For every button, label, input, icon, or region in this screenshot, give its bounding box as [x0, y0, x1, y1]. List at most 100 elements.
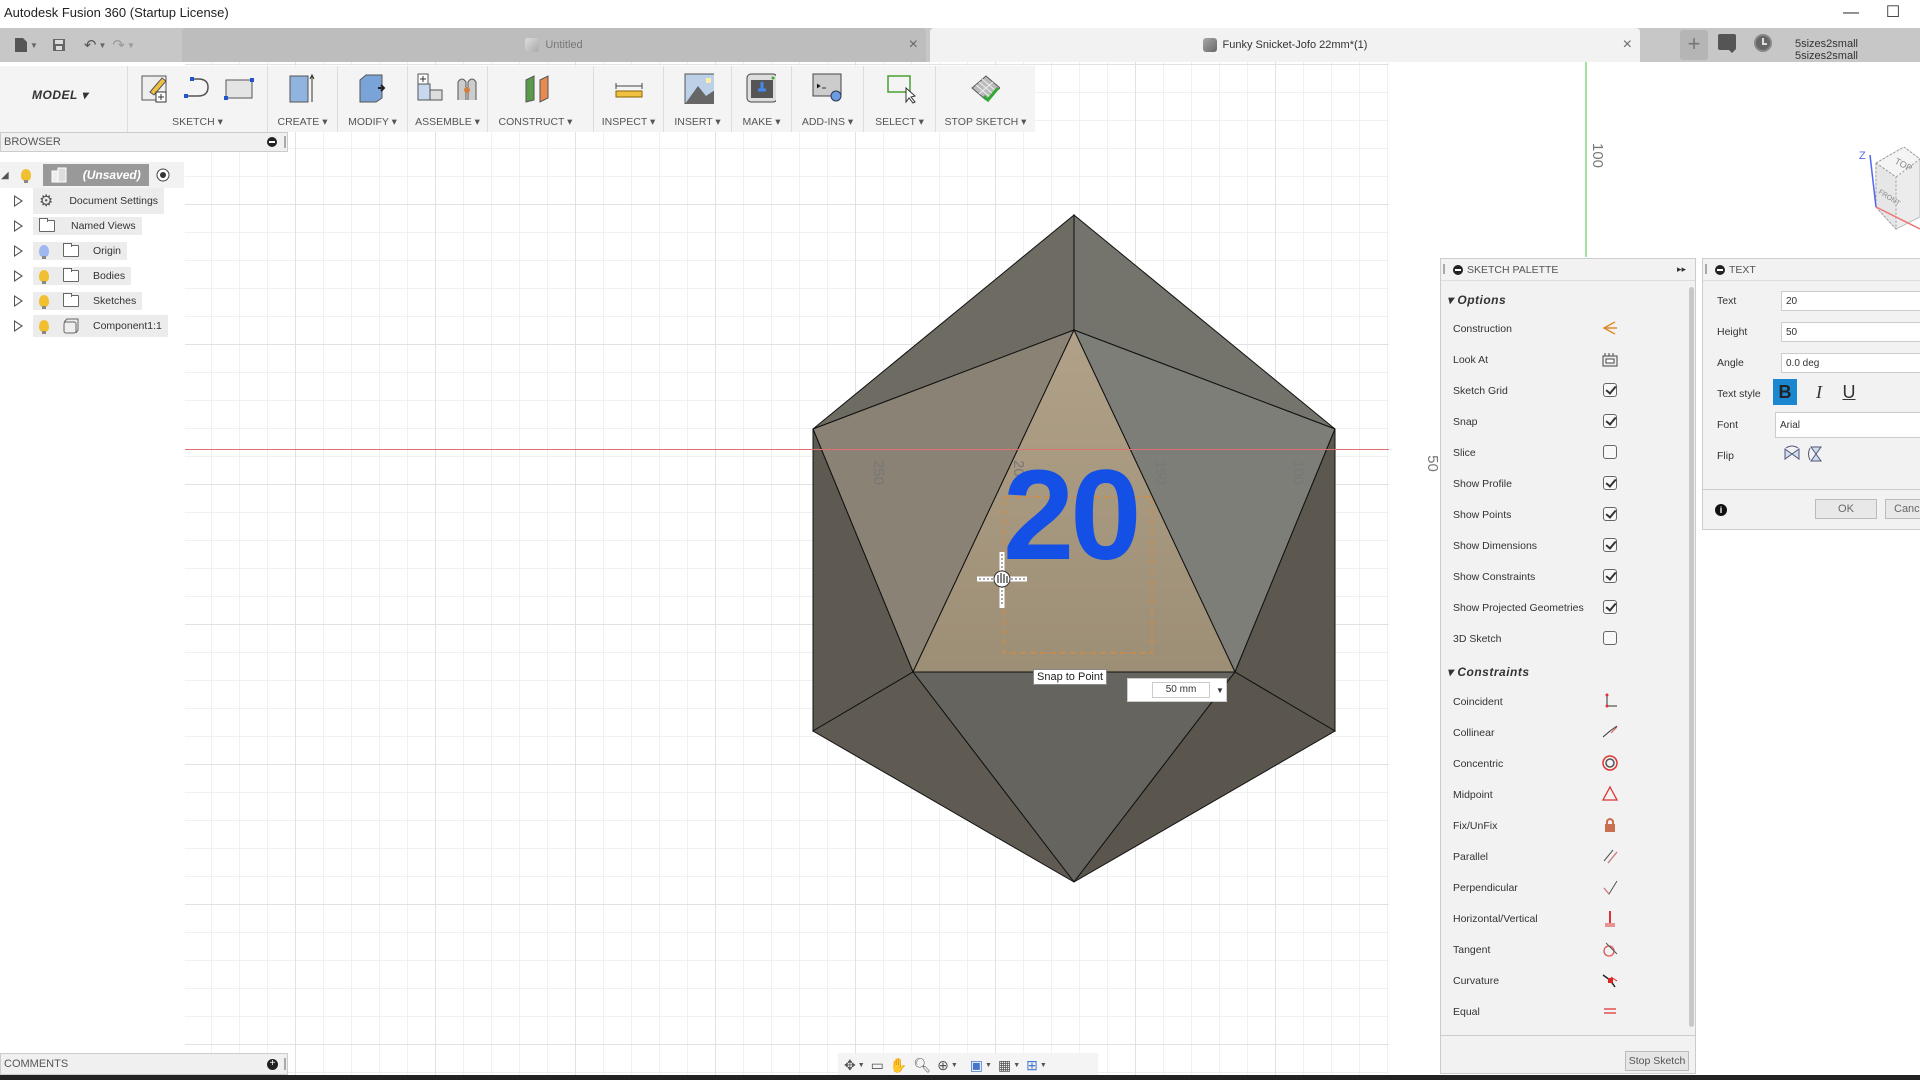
file-icon[interactable]: [14, 37, 28, 53]
text-dialog-header[interactable]: TEXT: [1703, 259, 1920, 281]
visibility-bulb-icon[interactable]: [39, 269, 49, 284]
constraint-collinear[interactable]: Collinear: [1453, 718, 1653, 749]
angle-input[interactable]: [1781, 353, 1920, 373]
select-group[interactable]: SELECT ▾: [863, 66, 935, 132]
collapse-panel-icon[interactable]: [267, 137, 277, 147]
orbit-menu-arrow[interactable]: ▼: [858, 1062, 865, 1069]
constraint-midpoint[interactable]: Midpoint: [1453, 780, 1653, 811]
expand-arrow-icon[interactable]: [14, 294, 23, 307]
save-icon[interactable]: [52, 38, 66, 52]
constraint-fix-unfix[interactable]: Fix/UnFix: [1453, 811, 1653, 842]
checkbox-checked[interactable]: [1603, 507, 1617, 521]
stop-sketch-group[interactable]: STOP SKETCH ▾: [935, 66, 1035, 132]
close-tab-icon[interactable]: ×: [1623, 36, 1632, 54]
checkbox-checked[interactable]: [1603, 414, 1617, 428]
option-show-projected-geometries[interactable]: Show Projected Geometries: [1453, 593, 1653, 624]
dimension-value-field[interactable]: 50 mm: [1152, 682, 1210, 698]
option-show-profile[interactable]: Show Profile: [1453, 469, 1653, 500]
option-show-constraints[interactable]: Show Constraints: [1453, 562, 1653, 593]
horizontal-vertical-icon[interactable]: [1601, 909, 1619, 927]
modify-group[interactable]: MODIFY ▾: [337, 66, 407, 132]
panel-grip-icon[interactable]: [284, 1058, 286, 1070]
maximize-button[interactable]: ☐: [1878, 2, 1908, 26]
redo-menu-arrow[interactable]: ▼: [127, 41, 135, 50]
line-tool-icon[interactable]: [182, 72, 212, 104]
expand-arrow-icon[interactable]: [14, 319, 23, 332]
checkbox-wrapper[interactable]: [1601, 474, 1619, 492]
checkbox-checked[interactable]: [1603, 383, 1617, 397]
tree-item-origin[interactable]: Origin: [0, 238, 184, 263]
option-show-dimensions[interactable]: Show Dimensions: [1453, 531, 1653, 562]
add-ins-menu-label[interactable]: ADD-INS ▾: [792, 116, 863, 128]
create-menu-label[interactable]: CREATE ▾: [268, 116, 337, 128]
constraint-coincident[interactable]: Coincident: [1453, 687, 1653, 718]
workspace-switcher[interactable]: MODEL ▾: [32, 88, 88, 102]
checkbox-checked[interactable]: [1603, 476, 1617, 490]
insert-image-icon[interactable]: [684, 72, 714, 104]
dimension-dropdown-arrow[interactable]: ▼: [1216, 686, 1224, 695]
underline-toggle[interactable]: U: [1837, 379, 1861, 405]
grid-settings-arrow[interactable]: ▼: [1013, 1062, 1020, 1069]
tree-item-bodies[interactable]: Bodies: [0, 263, 184, 288]
browser-panel-header[interactable]: BROWSER: [0, 132, 288, 152]
root-component-label[interactable]: (Unsaved): [42, 164, 149, 186]
viewports-icon[interactable]: ⊞: [1026, 1057, 1038, 1074]
fit-icon[interactable]: ⊕: [937, 1057, 949, 1074]
parallel-icon[interactable]: [1601, 847, 1619, 865]
insert-group[interactable]: INSERT ▾: [663, 66, 731, 132]
dimension-input[interactable]: 50 mm ▼: [1127, 678, 1227, 702]
zoom-icon[interactable]: 🔍︎: [913, 1057, 931, 1074]
option-look-at[interactable]: Look At: [1453, 345, 1653, 376]
comments-panel-header[interactable]: COMMENTS +: [0, 1053, 288, 1075]
grid-settings-icon[interactable]: ▦: [998, 1057, 1011, 1074]
coincident-icon[interactable]: [1601, 692, 1619, 710]
perpendicular-icon[interactable]: [1601, 878, 1619, 896]
tab-untitled[interactable]: Untitled ×: [182, 28, 926, 62]
expand-arrow-icon[interactable]: [14, 244, 23, 257]
checkbox-wrapper[interactable]: [1601, 443, 1619, 461]
new-tab-button[interactable]: +: [1680, 30, 1708, 60]
measure-icon[interactable]: [614, 72, 644, 104]
assemble-menu-label[interactable]: ASSEMBLE ▾: [408, 116, 487, 128]
checkbox-wrapper[interactable]: [1601, 381, 1619, 399]
panel-grip-icon[interactable]: [1443, 264, 1445, 274]
tab-funky-snicket[interactable]: Funky Snicket-Jofo 22mm*(1) ×: [930, 28, 1640, 62]
expand-arrow-icon[interactable]: [14, 269, 23, 282]
options-section-header[interactable]: ▾ Options: [1447, 293, 1506, 307]
constraints-section-header[interactable]: ▾ Constraints: [1447, 665, 1530, 679]
option-sketch-grid[interactable]: Sketch Grid: [1453, 376, 1653, 407]
construct-menu-label[interactable]: CONSTRUCT ▾: [488, 116, 583, 128]
option-show-points[interactable]: Show Points: [1453, 500, 1653, 531]
select-menu-label[interactable]: SELECT ▾: [864, 116, 935, 128]
create-group[interactable]: CREATE ▾: [267, 66, 337, 132]
text-input[interactable]: [1781, 291, 1920, 311]
flip-horizontal-icon[interactable]: [1783, 445, 1801, 463]
insert-menu-label[interactable]: INSERT ▾: [664, 116, 731, 128]
visibility-bulb-icon[interactable]: [39, 319, 49, 334]
panel-grip-icon[interactable]: [284, 136, 286, 148]
tree-item-named-views[interactable]: Named Views: [0, 213, 184, 238]
create-sketch-icon[interactable]: [140, 72, 170, 104]
checkbox-wrapper[interactable]: [1601, 536, 1619, 554]
ok-button[interactable]: OK: [1815, 499, 1877, 519]
equal-icon[interactable]: [1601, 1002, 1619, 1020]
add-ins-group[interactable]: ADD-INS ▾: [791, 66, 863, 132]
tree-item-component1[interactable]: Component1:1: [0, 313, 184, 338]
height-input[interactable]: [1781, 322, 1920, 342]
visibility-bulb-icon[interactable]: [20, 169, 31, 183]
sketch-menu-label[interactable]: SKETCH ▾: [128, 116, 267, 128]
expand-palette-icon[interactable]: ▸▸: [1677, 264, 1686, 275]
midpoint-icon[interactable]: [1601, 785, 1619, 803]
checkbox-wrapper[interactable]: [1601, 505, 1619, 523]
fit-menu-arrow[interactable]: ▼: [951, 1062, 958, 1069]
joint-icon[interactable]: [452, 72, 482, 104]
constraint-perpendicular[interactable]: Perpendicular: [1453, 873, 1653, 904]
info-icon[interactable]: i: [1715, 504, 1727, 516]
extrude-icon[interactable]: [286, 72, 316, 104]
rectangle-tool-icon[interactable]: [224, 72, 254, 104]
display-settings-arrow[interactable]: ▼: [985, 1062, 992, 1069]
look-at-icon[interactable]: ▭: [871, 1057, 884, 1074]
checkbox-wrapper[interactable]: [1601, 598, 1619, 616]
panel-grip-icon[interactable]: [1705, 264, 1707, 274]
bold-toggle[interactable]: B: [1773, 379, 1797, 405]
